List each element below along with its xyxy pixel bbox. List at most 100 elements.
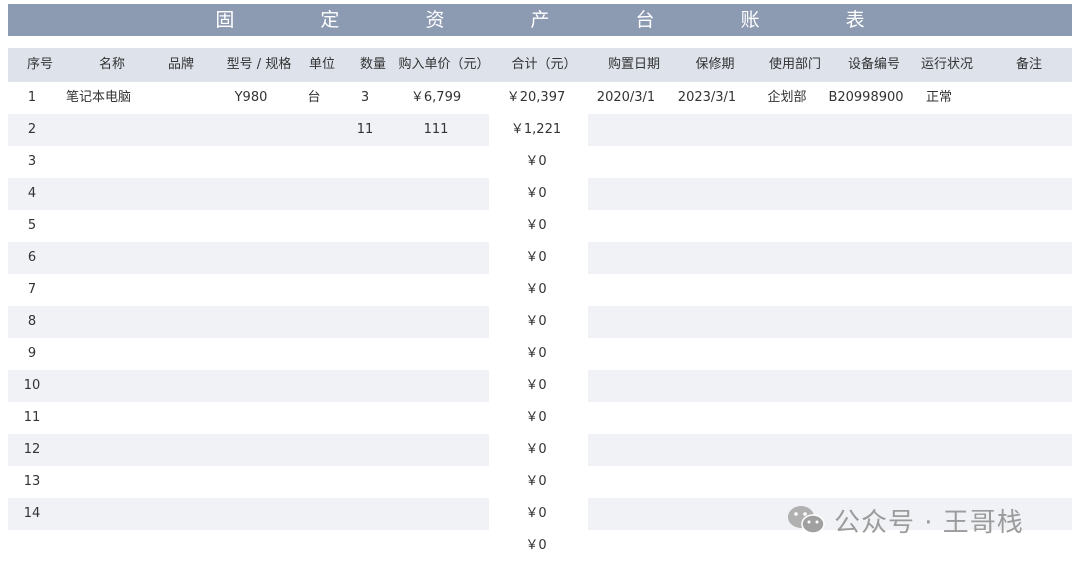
cell-status[interactable]: [908, 210, 970, 242]
cell-total[interactable]: ￥0: [488, 242, 584, 274]
cell-warranty[interactable]: [666, 370, 748, 402]
cell-total[interactable]: ￥0: [488, 402, 584, 434]
cell-qty[interactable]: [340, 242, 390, 274]
cell-model[interactable]: [208, 210, 294, 242]
cell-unit[interactable]: [294, 530, 334, 562]
cell-model[interactable]: [208, 306, 294, 338]
cell-brand[interactable]: [150, 466, 196, 498]
cell-status[interactable]: [908, 306, 970, 338]
cell-note[interactable]: [992, 402, 1050, 434]
cell-qty[interactable]: 3: [340, 82, 390, 114]
cell-unit[interactable]: [294, 370, 334, 402]
cell-total[interactable]: ￥0: [488, 146, 584, 178]
cell-date[interactable]: [586, 370, 666, 402]
cell-price[interactable]: [390, 242, 482, 274]
cell-note[interactable]: [992, 274, 1050, 306]
cell-status[interactable]: [908, 434, 970, 466]
cell-price[interactable]: [390, 274, 482, 306]
cell-price[interactable]: [390, 434, 482, 466]
cell-qty[interactable]: [340, 530, 390, 562]
cell-price[interactable]: [390, 338, 482, 370]
cell-name[interactable]: [60, 402, 148, 434]
cell-status[interactable]: [908, 114, 970, 146]
cell-price[interactable]: [390, 402, 482, 434]
cell-code[interactable]: [824, 402, 908, 434]
cell-no[interactable]: 11: [8, 402, 56, 434]
cell-brand[interactable]: [150, 210, 196, 242]
cell-code[interactable]: [824, 338, 908, 370]
cell-note[interactable]: [992, 338, 1050, 370]
cell-no[interactable]: 4: [8, 178, 56, 210]
cell-warranty[interactable]: [666, 242, 748, 274]
cell-unit[interactable]: [294, 402, 334, 434]
cell-note[interactable]: [992, 82, 1050, 114]
cell-dept[interactable]: [750, 370, 824, 402]
cell-note[interactable]: [992, 306, 1050, 338]
cell-code[interactable]: [824, 178, 908, 210]
cell-name[interactable]: [60, 210, 148, 242]
cell-warranty[interactable]: [666, 498, 748, 530]
cell-qty[interactable]: [340, 338, 390, 370]
cell-warranty[interactable]: 2023/3/1: [666, 82, 748, 114]
cell-warranty[interactable]: [666, 210, 748, 242]
cell-model[interactable]: Y980: [208, 82, 294, 114]
cell-warranty[interactable]: [666, 146, 748, 178]
cell-price[interactable]: [390, 530, 482, 562]
cell-code[interactable]: B20998900: [824, 82, 908, 114]
cell-brand[interactable]: [150, 242, 196, 274]
cell-code[interactable]: [824, 274, 908, 306]
cell-brand[interactable]: [150, 82, 196, 114]
cell-no[interactable]: 5: [8, 210, 56, 242]
cell-note[interactable]: [992, 178, 1050, 210]
cell-model[interactable]: [208, 370, 294, 402]
cell-qty[interactable]: [340, 274, 390, 306]
cell-dept[interactable]: [750, 402, 824, 434]
cell-name[interactable]: 笔记本电脑: [60, 82, 148, 114]
cell-dept[interactable]: [750, 146, 824, 178]
cell-no[interactable]: 14: [8, 498, 56, 530]
cell-dept[interactable]: [750, 306, 824, 338]
cell-unit[interactable]: [294, 210, 334, 242]
cell-total[interactable]: ￥0: [488, 466, 584, 498]
cell-model[interactable]: [208, 242, 294, 274]
cell-dept[interactable]: [750, 178, 824, 210]
cell-note[interactable]: [992, 434, 1050, 466]
cell-total[interactable]: ￥0: [488, 530, 584, 562]
cell-date[interactable]: [586, 498, 666, 530]
cell-unit[interactable]: [294, 274, 334, 306]
cell-unit[interactable]: [294, 338, 334, 370]
cell-warranty[interactable]: [666, 274, 748, 306]
cell-model[interactable]: [208, 466, 294, 498]
cell-no[interactable]: 12: [8, 434, 56, 466]
cell-note[interactable]: [992, 114, 1050, 146]
cell-brand[interactable]: [150, 530, 196, 562]
cell-model[interactable]: [208, 114, 294, 146]
cell-total[interactable]: ￥0: [488, 178, 584, 210]
cell-no[interactable]: 2: [8, 114, 56, 146]
cell-unit[interactable]: [294, 434, 334, 466]
cell-unit[interactable]: [294, 242, 334, 274]
cell-total[interactable]: ￥0: [488, 210, 584, 242]
cell-note[interactable]: [992, 210, 1050, 242]
cell-model[interactable]: [208, 498, 294, 530]
cell-price[interactable]: [390, 498, 482, 530]
cell-code[interactable]: [824, 210, 908, 242]
cell-date[interactable]: [586, 306, 666, 338]
cell-brand[interactable]: [150, 114, 196, 146]
cell-qty[interactable]: [340, 178, 390, 210]
cell-no[interactable]: 10: [8, 370, 56, 402]
cell-date[interactable]: [586, 274, 666, 306]
cell-price[interactable]: ￥6,799: [390, 82, 482, 114]
cell-warranty[interactable]: [666, 114, 748, 146]
cell-note[interactable]: [992, 370, 1050, 402]
cell-brand[interactable]: [150, 498, 196, 530]
cell-code[interactable]: [824, 306, 908, 338]
cell-name[interactable]: [60, 274, 148, 306]
cell-status[interactable]: [908, 242, 970, 274]
cell-unit[interactable]: [294, 178, 334, 210]
cell-model[interactable]: [208, 274, 294, 306]
cell-qty[interactable]: [340, 402, 390, 434]
cell-warranty[interactable]: [666, 338, 748, 370]
cell-qty[interactable]: 11: [340, 114, 390, 146]
cell-date[interactable]: [586, 114, 666, 146]
